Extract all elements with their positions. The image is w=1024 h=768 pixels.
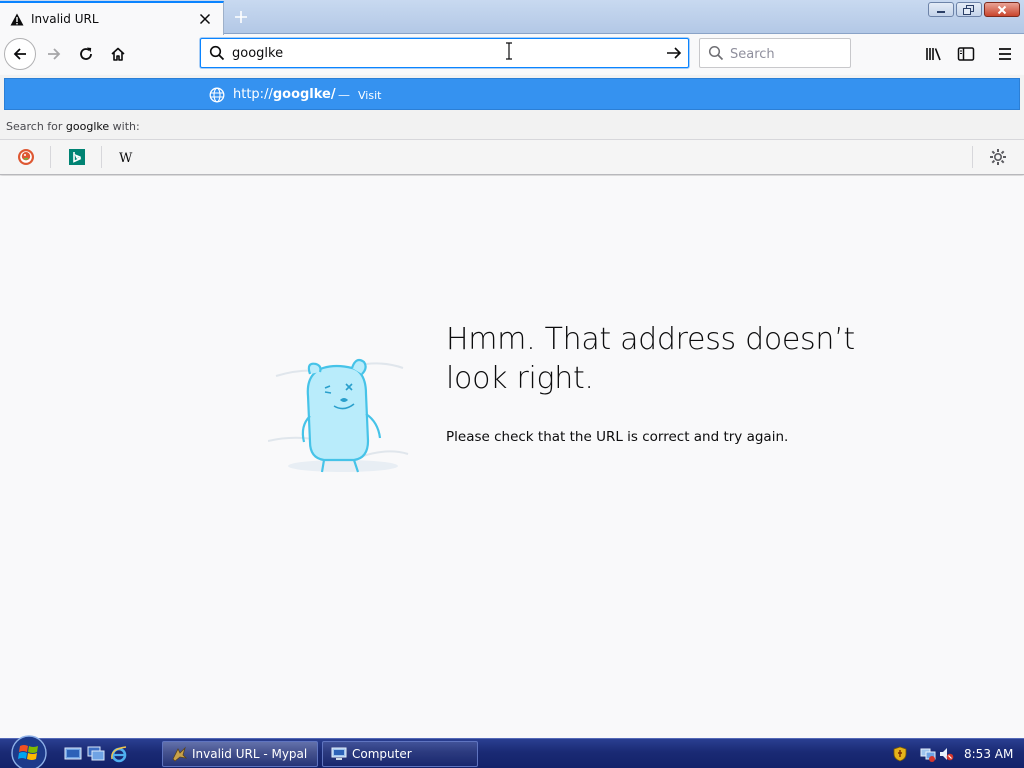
home-icon (111, 47, 125, 61)
mypal-browser-icon (171, 746, 188, 762)
duckduckgo-engine-button[interactable] (16, 147, 36, 167)
taskbar: Invalid URL - Mypal Computer 8:53 AM (0, 735, 1024, 768)
wikipedia-icon: W (119, 151, 133, 164)
back-button[interactable] (4, 38, 36, 70)
plus-icon (235, 11, 247, 23)
suggestion-separator: — (338, 88, 350, 102)
confused-mascot-illustration (267, 346, 418, 486)
arrow-right-icon (48, 48, 61, 60)
taskbar-clock[interactable]: 8:53 AM (964, 747, 1013, 761)
arrow-left-icon (13, 48, 26, 60)
show-desktop-icon[interactable] (64, 746, 82, 762)
switch-windows-icon[interactable] (87, 746, 105, 762)
volume-muted-icon[interactable] (938, 746, 954, 762)
tab-strip: Invalid URL (0, 0, 1024, 35)
engine-divider (50, 146, 51, 168)
hamburger-menu-button[interactable] (991, 40, 1019, 68)
reload-icon (80, 47, 92, 60)
library-icon (926, 48, 941, 61)
suggestion-url: http://googlke/ (233, 87, 336, 102)
error-page: Hmm. That address doesn’t look right. Pl… (0, 176, 1024, 738)
sidebar-toggle-button[interactable] (952, 40, 980, 68)
bing-icon (69, 149, 85, 165)
home-button[interactable] (104, 40, 132, 68)
search-input[interactable] (730, 45, 840, 63)
svg-text:W: W (119, 151, 133, 164)
wikipedia-engine-button[interactable]: W (117, 147, 137, 167)
close-tab-icon[interactable] (195, 9, 215, 29)
search-icon (708, 45, 724, 61)
forward-button[interactable] (40, 40, 68, 68)
taskbar-item-label: Invalid URL - Mypal (192, 747, 308, 761)
internet-explorer-icon[interactable] (110, 745, 128, 763)
reload-button[interactable] (72, 40, 100, 68)
window-controls (928, 2, 1020, 17)
minimize-button[interactable] (928, 2, 954, 17)
one-off-search-engines: W (0, 139, 1024, 174)
taskbar-item-computer[interactable]: Computer (322, 741, 478, 767)
error-title: Hmm. That address doesn’t look right. (446, 322, 855, 396)
suggestion-action: Visit (358, 89, 382, 102)
url-input-value[interactable]: googlke (232, 46, 283, 61)
search-icon (209, 45, 225, 61)
taskbar-item-browser[interactable]: Invalid URL - Mypal (162, 741, 318, 767)
duckduckgo-icon (18, 149, 34, 165)
error-description: Please check that the URL is correct and… (446, 429, 789, 445)
navigation-toolbar: googlke (0, 35, 1024, 75)
sidebar-icon (957, 47, 975, 61)
tab-title: Invalid URL (31, 12, 99, 26)
new-tab-button[interactable] (228, 4, 254, 30)
search-settings-button[interactable] (988, 147, 1008, 167)
tab-invalid-url[interactable]: Invalid URL (0, 1, 224, 35)
computer-icon (331, 746, 347, 762)
autocomplete-popup: http://googlke/ — Visit Search for googl… (0, 75, 1024, 175)
go-arrow-icon[interactable] (666, 45, 682, 61)
close-window-button[interactable] (984, 2, 1020, 17)
windows-logo-icon (11, 735, 47, 768)
engine-divider (972, 146, 973, 168)
globe-icon (209, 87, 225, 103)
start-button[interactable] (8, 735, 50, 768)
search-bar[interactable] (699, 38, 851, 68)
warning-icon (9, 11, 25, 27)
network-icon[interactable] (920, 746, 936, 762)
taskbar-item-label: Computer (352, 747, 412, 761)
text-cursor-icon (505, 42, 513, 64)
search-with-label: Search for googlke with: (6, 120, 140, 133)
engine-divider (101, 146, 102, 168)
security-shield-icon[interactable] (892, 746, 908, 762)
restore-button[interactable] (956, 2, 982, 17)
library-button[interactable] (920, 40, 948, 68)
autocomplete-suggestion-visit[interactable]: http://googlke/ — Visit (4, 78, 1020, 110)
gear-icon (990, 149, 1006, 165)
menu-icon (999, 48, 1011, 60)
bing-engine-button[interactable] (67, 147, 87, 167)
url-bar[interactable]: googlke (200, 38, 689, 68)
